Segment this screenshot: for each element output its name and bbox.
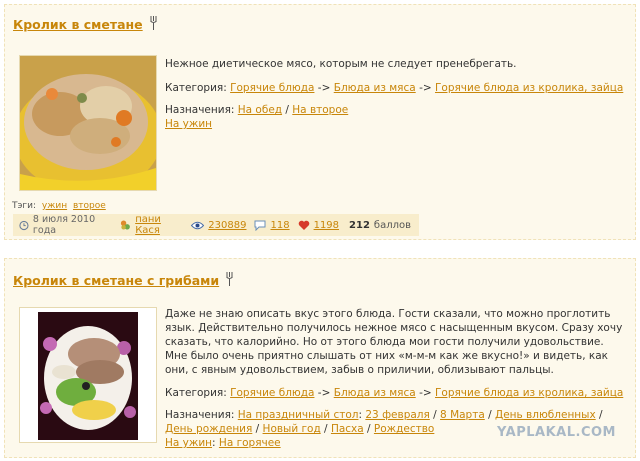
rabbit-dish-photo xyxy=(14,56,162,194)
heart-icon xyxy=(298,220,309,230)
purpose-link[interactable]: 23 февраля xyxy=(365,409,429,421)
comments-count[interactable]: 118 xyxy=(270,220,289,231)
likes-count[interactable]: 1198 xyxy=(314,220,339,231)
recipe-title-link[interactable]: Кролик в сметане xyxy=(13,16,158,32)
recipe-photo[interactable] xyxy=(14,55,162,194)
category-link[interactable]: Горячие блюда xyxy=(230,82,314,94)
category-line: Категория: Горячие блюда -> Блюда из мяс… xyxy=(165,387,624,399)
purpose-link[interactable]: Новый год xyxy=(263,423,321,435)
recipe-photo[interactable] xyxy=(19,307,157,443)
purpose-link[interactable]: День влюбленных xyxy=(495,409,596,421)
purpose-link[interactable]: На горячее xyxy=(219,437,281,449)
rabbit-mushroom-photo xyxy=(20,308,156,442)
purpose-link[interactable]: На обед xyxy=(238,104,282,116)
watermark-logo: YAPLAKAL.COM xyxy=(497,425,616,440)
category-link[interactable]: Блюда из мяса xyxy=(334,387,416,399)
fork-spoon-icon xyxy=(226,272,234,286)
purpose-link[interactable]: На ужин xyxy=(165,118,212,130)
fork-spoon-icon xyxy=(149,16,157,30)
views-count[interactable]: 230889 xyxy=(208,220,246,231)
author-item[interactable]: пани Кася xyxy=(120,214,183,236)
purpose-link[interactable]: Рождество xyxy=(374,423,434,435)
clock-icon xyxy=(19,220,29,230)
purpose-link[interactable]: Пасха xyxy=(331,423,364,435)
comment-icon xyxy=(254,220,266,231)
purpose-link[interactable]: День рождения xyxy=(165,423,252,435)
likes-item: 1198 xyxy=(298,220,339,231)
purpose-link[interactable]: 8 Марта xyxy=(440,409,485,421)
views-item: 230889 xyxy=(191,220,246,231)
comments-item: 118 xyxy=(254,220,290,231)
recipe-meta-bar: 8 июля 2010 года пани Кася 230889 118 11… xyxy=(13,214,419,236)
author-link[interactable]: пани Кася xyxy=(135,214,183,236)
category-link[interactable]: Горячие блюда из кролика, зайца xyxy=(435,82,623,94)
date-item: 8 июля 2010 года xyxy=(19,214,112,236)
category-link[interactable]: Блюда из мяса xyxy=(334,82,416,94)
user-icon xyxy=(121,220,131,230)
tag-link[interactable]: ужин xyxy=(42,201,67,211)
recipe-body: Нежное диетическое мясо, которым не след… xyxy=(165,57,627,141)
purpose-link[interactable]: На второе xyxy=(292,104,348,116)
purpose-line: Назначения: На обед / На второе На ужин xyxy=(165,104,349,130)
tag-link[interactable]: второе xyxy=(73,201,106,211)
purpose-link[interactable]: На праздничный стол xyxy=(238,409,359,421)
recipe-description: Даже не знаю описать вкус этого блюда. Г… xyxy=(165,308,623,376)
recipe-description: Нежное диетическое мясо, которым не след… xyxy=(165,58,517,70)
category-link[interactable]: Горячие блюда xyxy=(230,387,314,399)
purpose-link[interactable]: На ужин xyxy=(165,437,212,449)
category-line: Категория: Горячие блюда -> Блюда из мяс… xyxy=(165,82,624,94)
eye-icon xyxy=(191,221,205,229)
score-item: 212 баллов xyxy=(349,219,411,231)
recipe-title-link[interactable]: Кролик в сметане с грибами xyxy=(13,272,234,288)
recipe-card: Кролик в сметане Нежное диетическое мясо… xyxy=(4,4,636,240)
tags-line: Тэги: ужин второе xyxy=(12,201,106,211)
category-link[interactable]: Горячие блюда из кролика, зайца xyxy=(435,387,623,399)
